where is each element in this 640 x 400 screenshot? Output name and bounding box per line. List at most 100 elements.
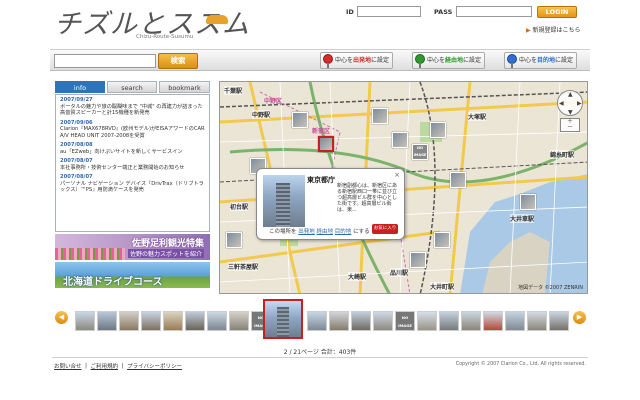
carousel-thumb-selected[interactable] [263,299,303,339]
blue-pin-icon [507,54,517,68]
carousel-thumb[interactable] [141,311,161,331]
sano-banner[interactable]: 佐野足利観光特集 佐野の魅力スポットを紹介 [55,234,210,260]
carousel-thumb[interactable] [505,311,525,331]
login-button[interactable]: LOGIN [537,6,577,18]
carousel-thumb[interactable] [229,311,249,331]
map-label: 大井町駅 [430,282,455,291]
pan-right-icon[interactable]: ▶ [577,100,582,107]
search-button[interactable]: 検索 [158,53,198,69]
footer-link-terms[interactable]: ご利用規約 [91,364,119,370]
password-input[interactable] [456,6,532,17]
map-photo-marker[interactable] [292,112,308,128]
set-as-via-link[interactable]: 経由地 [317,229,334,235]
logo-subtitle: Chizu-Route-Susumu [136,34,194,40]
close-icon[interactable]: × [394,171,400,179]
carousel-thumb[interactable] [329,311,349,331]
map-label: 初台駅 [230,202,249,211]
carousel-thumb[interactable] [119,311,139,331]
carousel-thumb[interactable] [207,311,227,331]
carousel-thumb[interactable] [527,311,547,331]
news-text[interactable]: ボータルの魅力や旅の醍醐味まで "中城" の再建力が詰まった 高音質スピーカーと… [60,104,205,117]
map-photo-marker[interactable]: NO IMAGE [412,144,428,160]
set-start-button[interactable]: 中心を出発地に設定 [320,52,394,69]
news-text[interactable]: 本社事務所・技術センター端正と業務開始のお知らせ [60,165,205,172]
carousel-thumb[interactable] [75,311,95,331]
action-suffix: にする [353,229,370,235]
carousel-thumb[interactable] [483,311,503,331]
set-via-highlight: 経由地 [445,57,464,64]
set-via-suffix: に設定 [463,57,482,64]
tab-info[interactable]: info [55,81,105,93]
news-text[interactable]: Clarion『MAX678RVD』(欧州モデル)がEISAアワードのCAR A… [60,126,205,139]
carousel-thumb[interactable] [163,311,183,331]
map-photo-marker-selected[interactable] [318,136,334,152]
map-photo-marker[interactable] [520,194,536,210]
site-logo[interactable]: チズルとススム Chizu-Route-Susumu [54,2,249,44]
list-item[interactable]: 2007/08/08 au「EZweb」向けぷいサイトを新しくサービスイン [56,140,209,156]
carousel-thumb[interactable]: NO IMAGE [395,311,415,331]
list-item[interactable]: 2007/08/07 パーソナル ナビゲーション デバイス『DrivTrax（ド… [56,172,209,195]
pan-left-icon[interactable]: ◀ [559,100,564,107]
pan-down-icon[interactable]: ▼ [568,109,573,116]
carousel-thumb[interactable] [307,311,327,331]
map-photo-marker[interactable] [450,172,466,188]
place-description: 新宿副都心は、新宿区にある新宿駅西口一帯に並び立つ超高層ビル群を中心とした街です… [337,183,398,213]
sano-banner-subtitle: 佐野の魅力スポットを紹介 [127,249,204,258]
list-item[interactable]: 2007/09/06 Clarion『MAX678RVD』(欧州モデル)がEIS… [56,118,209,141]
carousel-thumb[interactable] [373,311,393,331]
zoom-out-icon[interactable]: － [561,125,579,131]
footer-link-contact[interactable]: お問い合せ [54,364,82,370]
pan-up-icon[interactable]: ▲ [568,91,573,98]
set-as-dest-link[interactable]: 目的地 [335,229,352,235]
search-input[interactable] [54,54,156,68]
set-via-button[interactable]: 中心を経由地に設定 [412,52,486,69]
map-photo-marker[interactable] [392,132,408,148]
carousel-thumb[interactable] [97,311,117,331]
login-form: ID PASS LOGIN [346,6,591,18]
favorite-button[interactable]: お気に入り [372,224,398,234]
footer-link-privacy[interactable]: プライバシーポリシー [127,364,182,370]
register-link[interactable]: ▶ 新規登録はこちら [526,25,581,34]
tab-search[interactable]: search [107,81,157,93]
list-item[interactable]: 2007/08/07 本社事務所・技術センター端正と業務開始のお知らせ [56,156,209,172]
id-input[interactable] [357,6,421,17]
carousel-thumb[interactable] [439,311,459,331]
map-label: 大崎駅 [348,272,367,281]
set-dest-button[interactable]: 中心を目的地に設定 [504,52,578,69]
carousel-thumb[interactable] [549,311,569,331]
footer-divider [52,357,588,358]
map-photo-marker[interactable] [410,252,426,268]
prev-arrow-icon[interactable]: ◀ [55,311,68,324]
green-pin-icon [415,54,425,68]
map-photo-marker[interactable] [372,108,388,124]
news-text[interactable]: au「EZweb」向けぷいサイトを新しくサービスイン [60,149,205,156]
map-photo-marker[interactable] [434,232,450,248]
carousel-thumb[interactable] [351,311,371,331]
map-label: 錦糸町駅 [550,150,575,159]
map-photo-marker[interactable] [226,232,242,248]
news-text[interactable]: パーソナル ナビゲーション デバイス『DrivTrax（ドリブトラックス）™PS… [60,181,205,194]
hokkaido-banner[interactable]: 北海道ドライブコース [55,262,210,288]
carousel-thumb[interactable] [185,311,205,331]
set-start-suffix: に設定 [371,57,390,64]
map-label: 中野区 [264,98,283,105]
carousel-thumb[interactable] [461,311,481,331]
map-photo-marker[interactable] [430,122,446,138]
footer-links: お問い合せ ｜ ご利用規約 ｜ プライバシーポリシー [54,362,182,370]
map-label: 中野駅 [252,110,271,119]
footer-separator: ｜ [83,364,89,370]
page-info: 2 / 21ページ 合計：403件 [283,349,357,356]
place-photo[interactable] [263,175,305,227]
set-start-highlight: 出発地 [353,57,372,64]
no-image-label: NO IMAGE [413,146,427,157]
carousel-thumb[interactable] [417,311,437,331]
map-label: 大井車駅 [510,214,535,223]
next-arrow-icon[interactable]: ▶ [573,311,586,324]
news-list: 2007/09/27 ボータルの魅力や旅の醍醐味まで "中城" の再建力が詰まっ… [55,94,210,232]
tab-bookmark[interactable]: bookmark [159,81,210,93]
map-view[interactable]: 中野区 新宿区 港区 中野駅 初台駅 三軒茶屋駅 大崎駅 品川駅 大井町駅 錦糸… [219,81,588,294]
register-label: 新規登録はこちら [532,27,581,34]
set-dest-highlight: 目的地 [537,57,556,64]
set-as-start-link[interactable]: 出発地 [298,229,315,235]
list-item[interactable]: 2007/09/27 ボータルの魅力や旅の醍醐味まで "中城" の再建力が詰まっ… [56,95,209,118]
